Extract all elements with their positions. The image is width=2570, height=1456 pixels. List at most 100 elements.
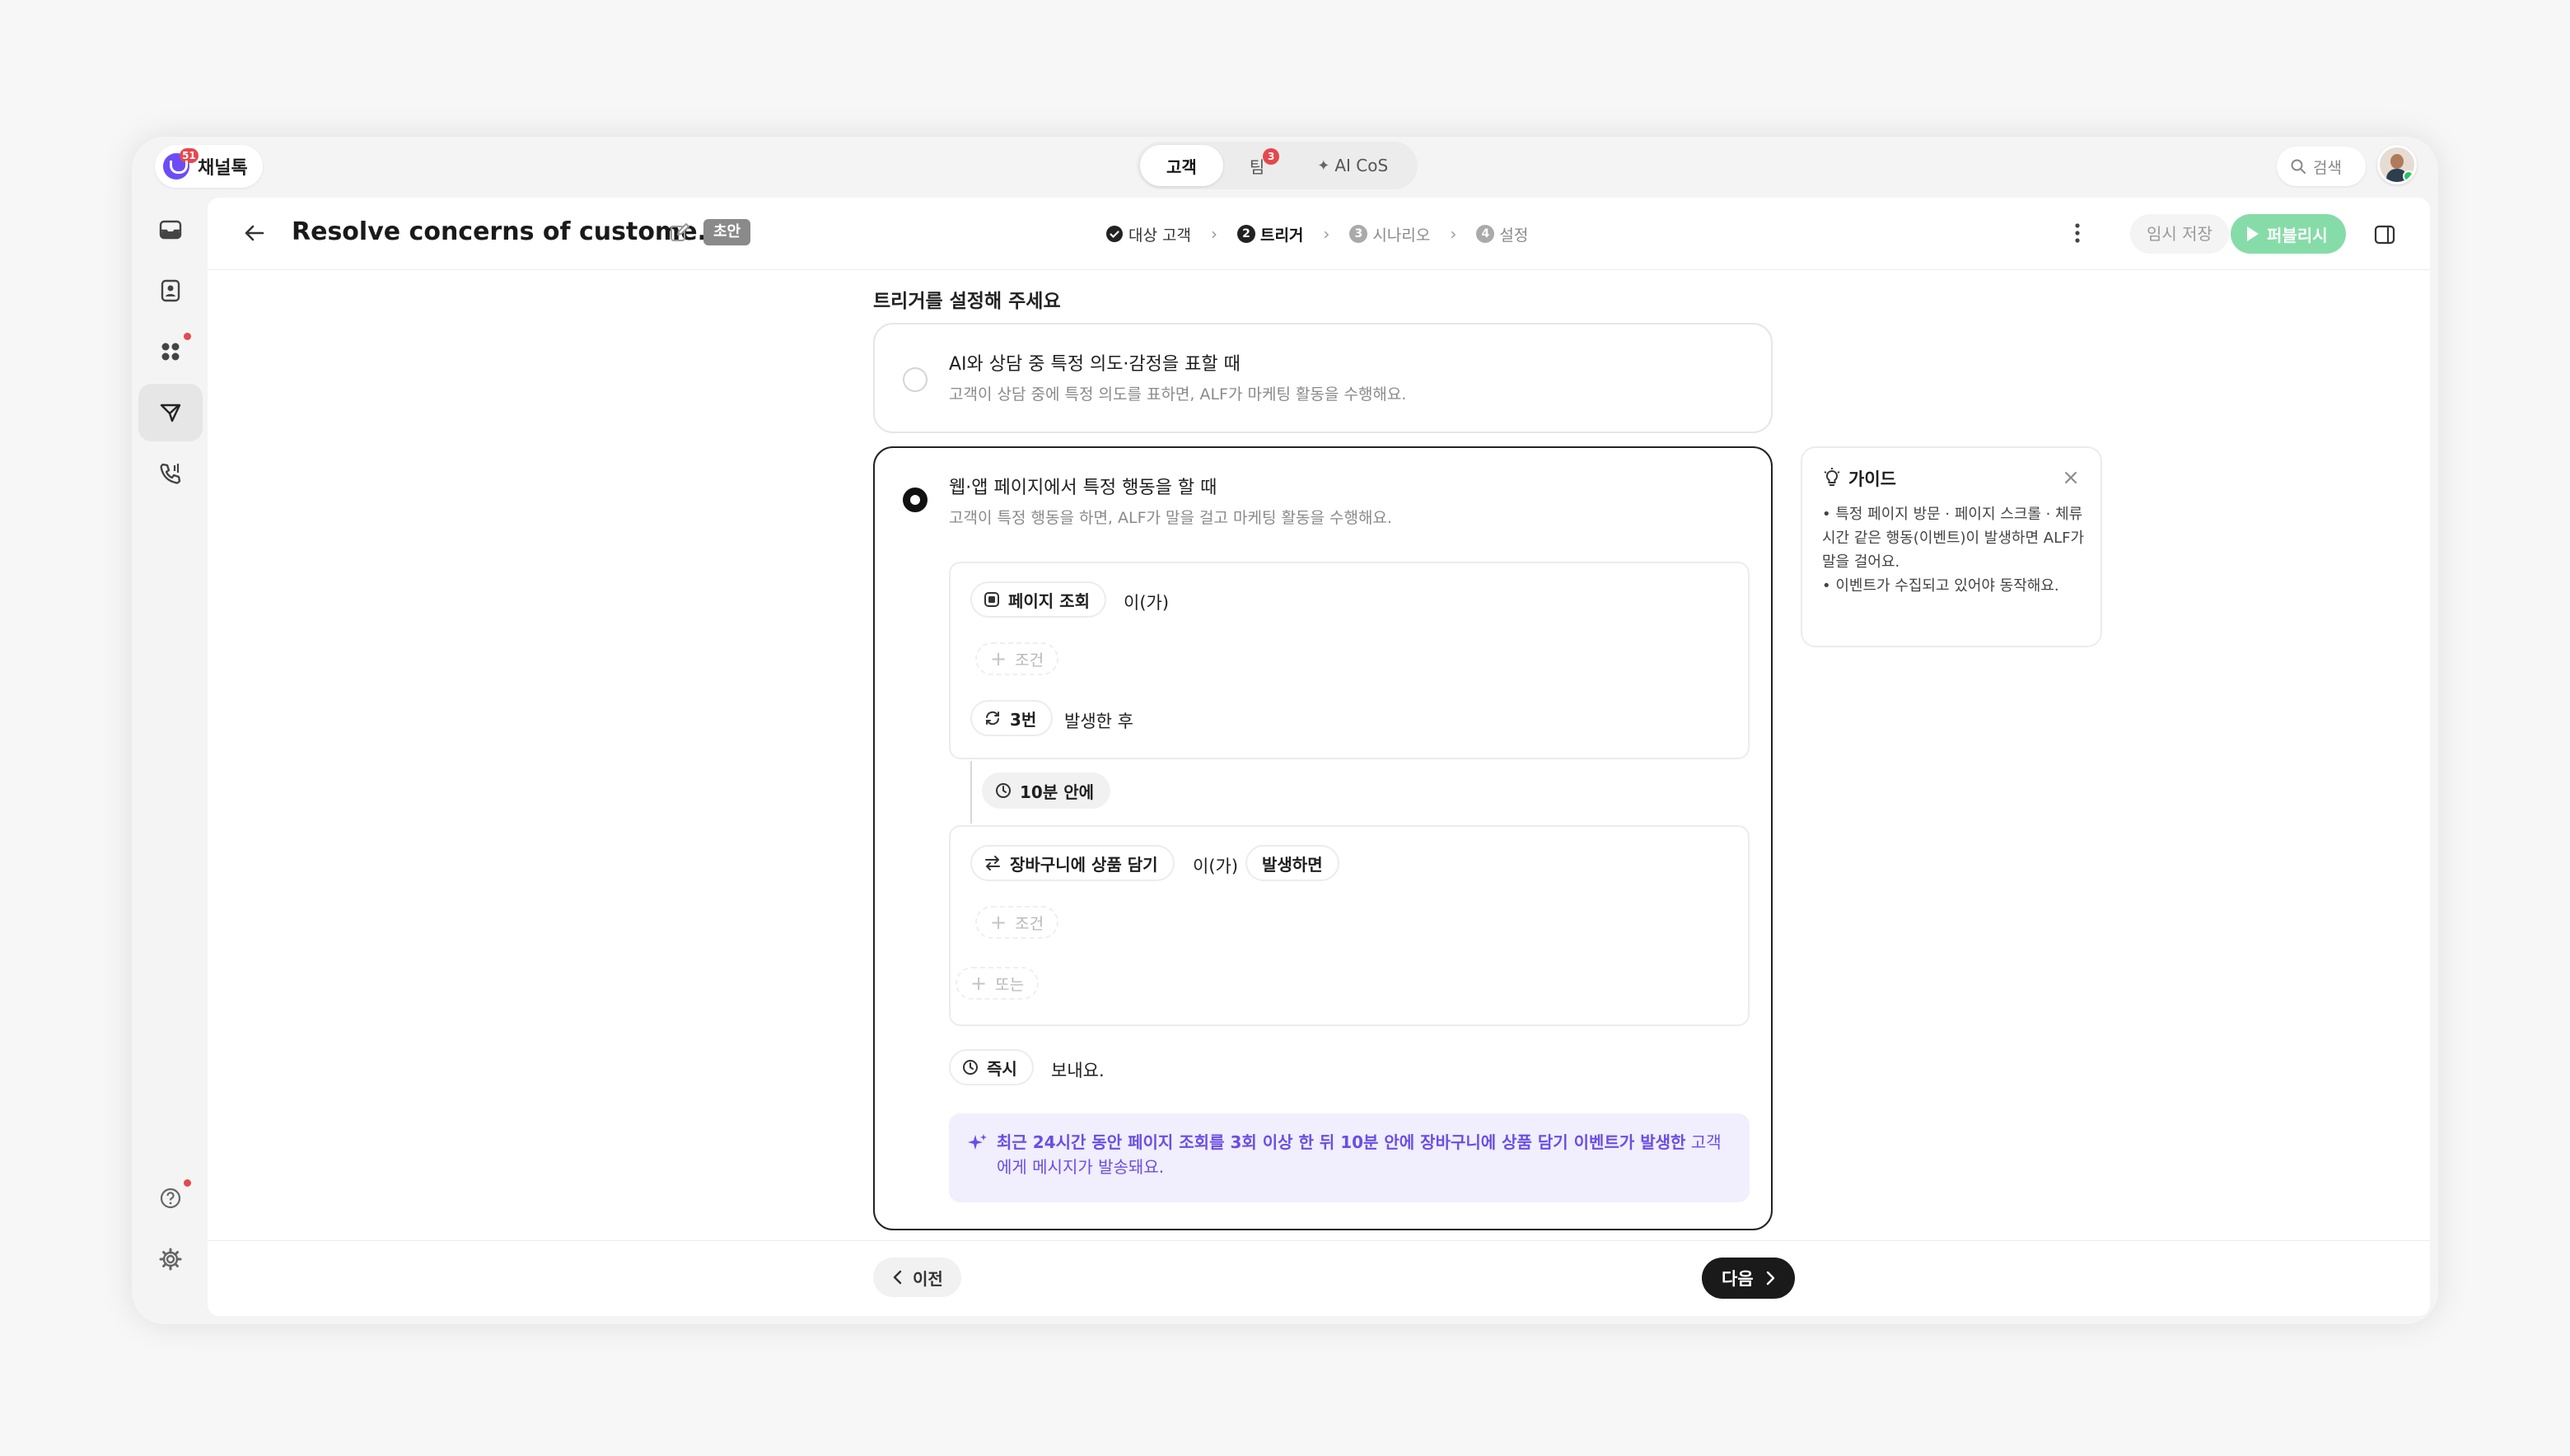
- add-condition-label: 조건: [1015, 651, 1044, 670]
- option-title: 웹·앱 페이지에서 특정 행동을 할 때: [949, 478, 1217, 498]
- edit-title-button[interactable]: [669, 222, 690, 247]
- chevron-right-icon: [1766, 1271, 1774, 1286]
- add-or-label: 또는: [995, 975, 1025, 994]
- close-icon: [2065, 472, 2077, 483]
- event-name: 페이지 조회: [1008, 590, 1090, 611]
- step-number: 3: [1349, 225, 1368, 243]
- tab-team[interactable]: 팀 3: [1223, 145, 1291, 186]
- step-label: 시나리오: [1372, 226, 1431, 245]
- step-indicator: 대상 고객 › 2 트리거 › 3 시나리오 › 4 설정: [1105, 219, 1528, 249]
- trigger-option-web-app-event[interactable]: 웹·앱 페이지에서 특정 행동을 할 때 고객이 특정 행동을 하면, ALF가…: [873, 446, 1773, 1230]
- avatar-face: [2390, 154, 2404, 169]
- chevron-right-icon: ›: [1323, 224, 1330, 244]
- add-condition-button[interactable]: + 조건: [975, 906, 1059, 939]
- brand-name: 채널톡: [198, 158, 248, 179]
- send-timing-select[interactable]: 즉시: [949, 1049, 1034, 1085]
- step-settings[interactable]: 4 설정: [1476, 223, 1528, 245]
- step-target-customers[interactable]: 대상 고객: [1105, 223, 1191, 245]
- nav-calls[interactable]: [138, 445, 203, 502]
- guide-line: • 이벤트가 수집되고 있어야 동작해요.: [1822, 577, 2059, 595]
- nav-help[interactable]: [138, 1169, 203, 1227]
- search-button[interactable]: 검색: [2277, 147, 2366, 186]
- side-panel-icon: [2374, 225, 2395, 245]
- condition-connector-line: [970, 761, 972, 824]
- page-icon: [984, 592, 999, 607]
- nav-flows[interactable]: [138, 323, 203, 380]
- nav-settings[interactable]: [138, 1230, 203, 1288]
- chevron-right-icon: ›: [1210, 224, 1217, 244]
- help-icon: [160, 1188, 181, 1209]
- repeat-icon: [986, 711, 999, 726]
- plus-icon: +: [990, 647, 1007, 670]
- nav-marketing[interactable]: [138, 384, 203, 441]
- app-window: 51 채널톡 고객 팀 3 ✦ AI CoS 검색 Resolve concer…: [132, 137, 2438, 1324]
- add-condition-button[interactable]: + 조건: [975, 642, 1059, 675]
- summary-bold: 최근 24시간 동안 페이지 조회를 3회 이상 한 뒤 10분 안에 장바구니…: [997, 1132, 1686, 1152]
- nav-contacts[interactable]: [138, 262, 203, 320]
- after-occur-text: 발생한 후: [1064, 712, 1133, 731]
- sparkle-icon: ✦: [1317, 156, 1330, 175]
- summary-text: 최근 24시간 동안 페이지 조회를 3회 이상 한 뒤 10분 안에 장바구니…: [997, 1130, 1730, 1179]
- phone-icon: [160, 463, 181, 484]
- back-button[interactable]: [241, 219, 269, 250]
- tab-customers-label: 고객: [1166, 156, 1197, 177]
- step-number: 4: [1476, 225, 1495, 243]
- step-scenario[interactable]: 3 시나리오: [1349, 223, 1430, 245]
- option-title: AI와 상담 중 특정 의도·감정을 표할 때: [949, 354, 1241, 375]
- channel-logo-icon: 51: [163, 148, 199, 180]
- trigger-summary: 최근 24시간 동안 페이지 조회를 3회 이상 한 뒤 10분 안에 장바구니…: [949, 1113, 1750, 1202]
- radio-selected[interactable]: [903, 488, 928, 512]
- event-select-add-to-cart[interactable]: 장바구니에 상품 담기: [970, 845, 1175, 881]
- check-circle-icon: [1106, 226, 1123, 242]
- search-icon: [2291, 159, 2306, 174]
- occur-select[interactable]: 발생하면: [1245, 845, 1339, 881]
- step-label: 설정: [1499, 226, 1529, 245]
- lightbulb-icon: [1824, 468, 1840, 486]
- occur-value: 발생하면: [1262, 854, 1323, 875]
- trigger-option-ai-intent[interactable]: AI와 상담 중 특정 의도·감정을 표할 때 고객이 상담 중에 특정 의도를…: [873, 323, 1773, 433]
- step-trigger[interactable]: 2 트리거: [1236, 223, 1304, 245]
- step-label: 트리거: [1259, 226, 1304, 245]
- save-draft-button[interactable]: 임시 저장: [2130, 214, 2229, 254]
- step-label: 대상 고객: [1128, 226, 1191, 245]
- help-notification-dot: [184, 1179, 191, 1187]
- chevron-right-icon: ›: [1450, 224, 1457, 244]
- send-text: 보내요.: [1051, 1061, 1105, 1080]
- publish-button[interactable]: 퍼블리시: [2231, 214, 2346, 254]
- guide-card: 가이드 • 특정 페이지 방문 · 페이지 스크롤 · 체류 시간 같은 행동(…: [1801, 446, 2102, 647]
- status-badge: 초안: [703, 219, 751, 245]
- workspace-tabs: 고객 팀 3 ✦ AI CoS: [1137, 142, 1418, 189]
- radio-unselected[interactable]: [903, 367, 928, 392]
- time-window-select[interactable]: 10분 안에: [982, 772, 1110, 809]
- clock-icon: [963, 1060, 978, 1075]
- section-title: 트리거를 설정해 주세요: [873, 291, 1061, 312]
- page-footer: 이전 다음: [208, 1240, 2430, 1316]
- previous-button[interactable]: 이전: [873, 1258, 961, 1297]
- nav-inbox[interactable]: [138, 201, 203, 259]
- event-select-page-view[interactable]: 페이지 조회: [970, 581, 1106, 618]
- play-icon: [2247, 226, 2259, 241]
- toggle-side-panel-button[interactable]: [2374, 224, 2395, 249]
- team-badge: 3: [1263, 148, 1280, 165]
- event-count-select[interactable]: 3번: [970, 700, 1054, 736]
- close-guide-button[interactable]: [2063, 469, 2079, 489]
- next-button[interactable]: 다음: [1702, 1258, 1795, 1299]
- tab-customers[interactable]: 고객: [1140, 145, 1223, 186]
- add-condition-label: 조건: [1015, 914, 1044, 933]
- tab-ai-cos[interactable]: ✦ AI CoS: [1291, 145, 1414, 186]
- tab-ai-cos-label: AI CoS: [1334, 156, 1389, 175]
- user-avatar[interactable]: [2377, 145, 2417, 184]
- flows-notification-dot: [184, 333, 191, 340]
- subject-particle: 이(가): [1124, 593, 1170, 613]
- brand-logo-button[interactable]: 51 채널톡: [155, 145, 263, 188]
- chevron-left-icon: [893, 1270, 902, 1285]
- main-panel: Resolve concerns of custome... 초안 대상 고객 …: [208, 198, 2430, 1316]
- next-label: 다음: [1722, 1269, 1754, 1289]
- more-options-button[interactable]: [2072, 221, 2082, 249]
- brand-notification-badge: 51: [180, 148, 199, 163]
- option-description: 고객이 특정 행동을 하면, ALF가 말을 걸고 마케팅 활동을 수행해요.: [949, 509, 1392, 527]
- publish-label: 퍼블리시: [2267, 225, 2328, 245]
- top-bar: 51 채널톡 고객 팀 3 ✦ AI CoS 검색: [132, 137, 2438, 198]
- subject-particle: 이(가): [1193, 856, 1239, 876]
- add-or-event-button[interactable]: + 또는: [956, 967, 1040, 1000]
